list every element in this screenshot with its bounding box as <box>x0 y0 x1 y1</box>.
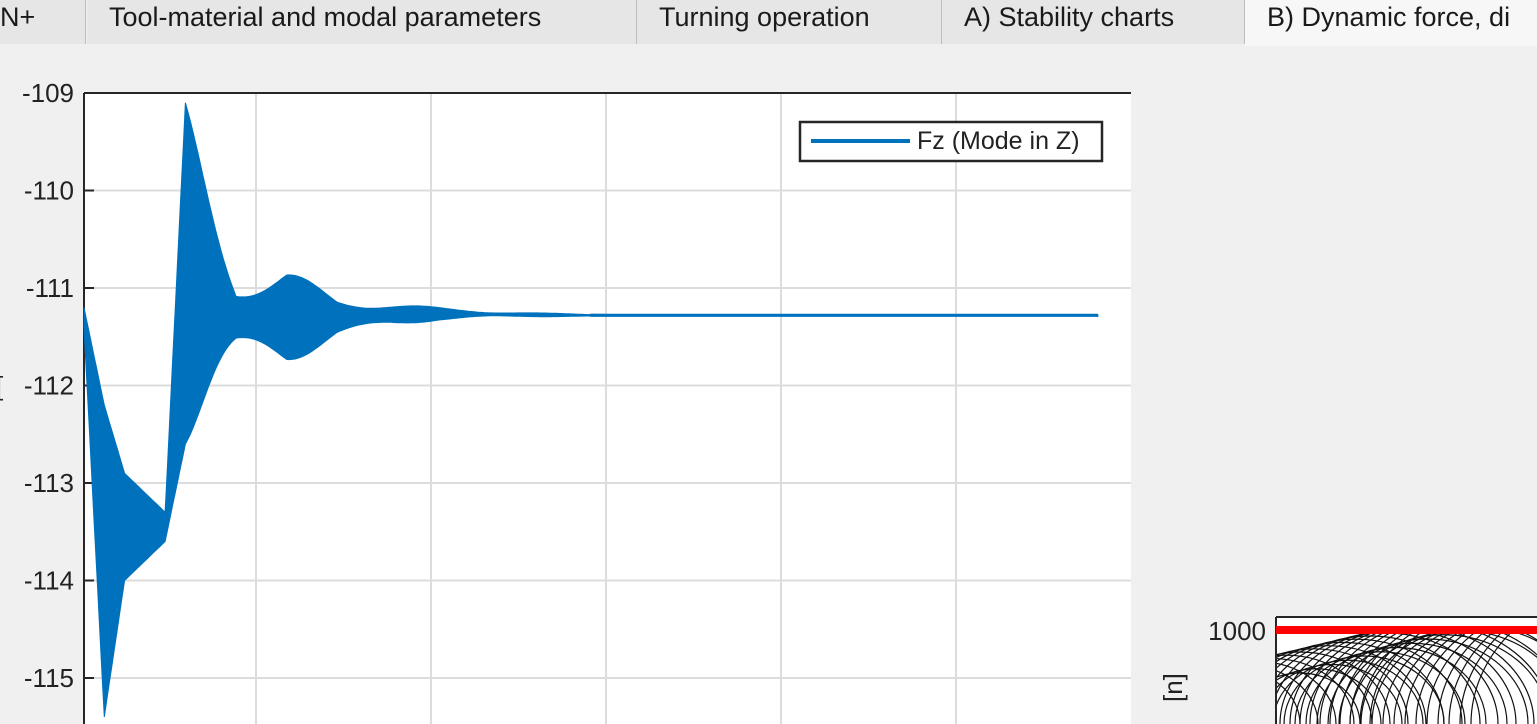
y-tick-label: -112 <box>24 371 74 401</box>
y-tick-label: -115 <box>24 663 74 693</box>
legend: Fz (Mode in Z) <box>798 120 1104 163</box>
figure-canvas: -109 -110 -111 -112 -113 -114 -115 [ Fz (Mode … <box>0 78 1537 724</box>
stability-y-label-fragment: [n] <box>1158 673 1188 702</box>
y-tick-label: -110 <box>24 176 74 206</box>
stability-chart-partial: 1000 [n] <box>1158 616 1537 724</box>
y-tick-label: -109 <box>22 78 74 108</box>
y-tick-label: -114 <box>24 566 74 596</box>
y-axis-label-fragment: [ <box>0 371 4 401</box>
force-chart: -109 -110 -111 -112 -113 -114 -115 [ Fz (Mode … <box>0 78 1131 724</box>
y-tick-label: -113 <box>24 468 74 498</box>
plot-area <box>84 93 1131 724</box>
stability-tick-1000: 1000 <box>1208 616 1266 646</box>
legend-label: Fz (Mode in Z) <box>917 127 1080 155</box>
y-tick-label: -111 <box>26 273 74 303</box>
